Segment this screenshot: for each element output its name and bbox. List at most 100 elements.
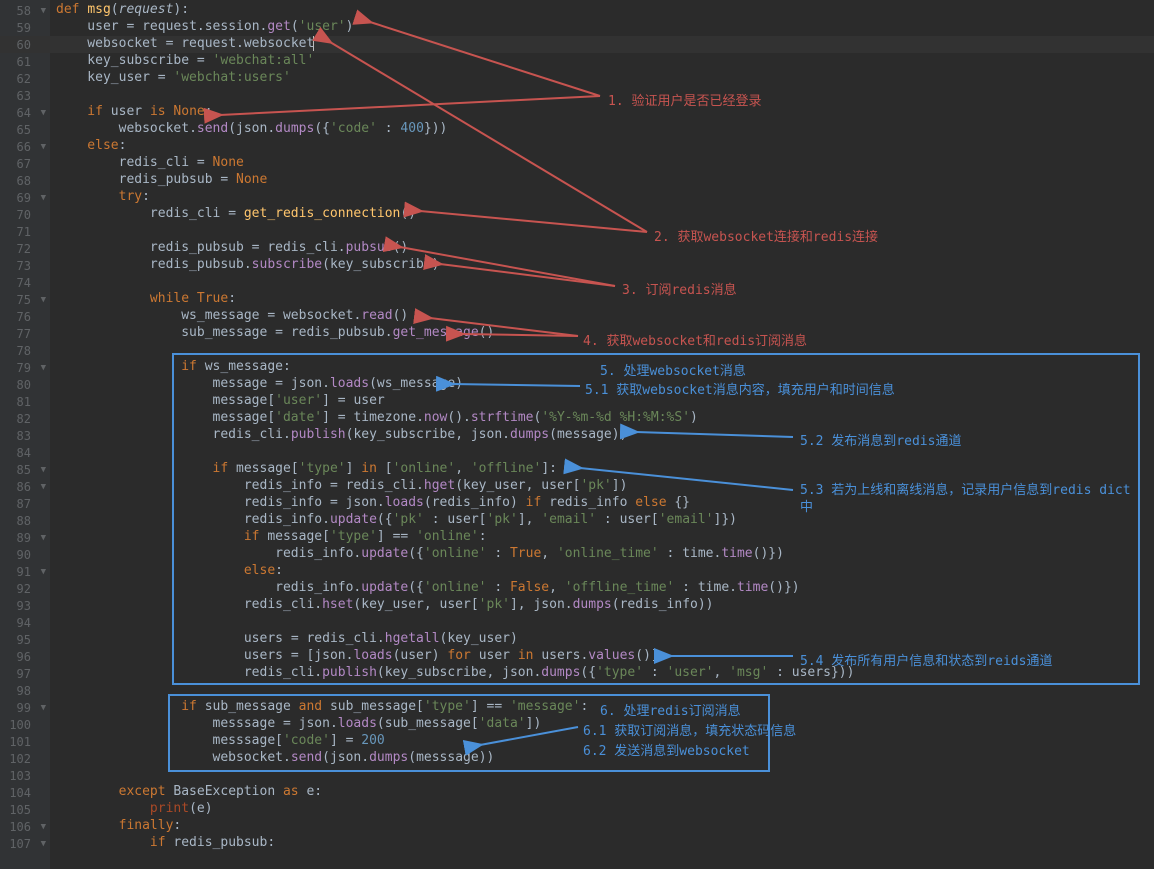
fold-marker-icon[interactable]: ▼ bbox=[34, 142, 46, 152]
code-line[interactable]: if ws_message: bbox=[50, 359, 1154, 376]
line-number: 105 bbox=[0, 801, 50, 818]
line-number: 68 bbox=[0, 172, 50, 189]
code-line[interactable]: if message['type'] in ['online', 'offlin… bbox=[50, 461, 1154, 478]
code-area[interactable]: def msg(request): user = request.session… bbox=[50, 0, 1154, 869]
line-number: 75▼ bbox=[0, 291, 50, 308]
fold-marker-icon[interactable]: ▼ bbox=[34, 533, 46, 543]
line-number: 66▼ bbox=[0, 138, 50, 155]
code-line[interactable]: redis_info = redis_cli.hget(key_user, us… bbox=[50, 478, 1154, 495]
code-line[interactable]: finally: bbox=[50, 818, 1154, 835]
line-number: 90 bbox=[0, 546, 50, 563]
code-line[interactable]: message['user'] = user bbox=[50, 393, 1154, 410]
line-number: 80 bbox=[0, 376, 50, 393]
fold-marker-icon[interactable]: ▼ bbox=[34, 465, 46, 475]
code-line[interactable]: sub_message = redis_pubsub.get_message() bbox=[50, 325, 1154, 342]
fold-marker-icon[interactable]: ▼ bbox=[34, 363, 46, 373]
line-number: 85▼ bbox=[0, 461, 50, 478]
code-line[interactable]: redis_cli.hset(key_user, user['pk'], jso… bbox=[50, 597, 1154, 614]
fold-marker-icon[interactable]: ▼ bbox=[34, 839, 46, 849]
code-line[interactable]: else: bbox=[50, 138, 1154, 155]
code-line[interactable]: if message['type'] == 'online': bbox=[50, 529, 1154, 546]
code-line[interactable]: message = json.loads(ws_message) bbox=[50, 376, 1154, 393]
fold-marker-icon[interactable]: ▼ bbox=[34, 108, 46, 118]
line-number: 64▼ bbox=[0, 104, 50, 121]
code-line[interactable] bbox=[50, 614, 1154, 631]
line-number: 73 bbox=[0, 257, 50, 274]
line-number: 78 bbox=[0, 342, 50, 359]
code-line[interactable]: redis_cli.publish(key_subscribe, json.du… bbox=[50, 665, 1154, 682]
fold-marker-icon[interactable]: ▼ bbox=[34, 822, 46, 832]
code-line[interactable]: redis_pubsub = redis_cli.pubsub() bbox=[50, 240, 1154, 257]
code-line[interactable]: redis_info.update({'online' : False, 'of… bbox=[50, 580, 1154, 597]
code-line[interactable]: while True: bbox=[50, 291, 1154, 308]
code-line[interactable] bbox=[50, 274, 1154, 291]
line-number: 100 bbox=[0, 716, 50, 733]
line-number: 61 bbox=[0, 53, 50, 70]
fold-marker-icon[interactable]: ▼ bbox=[34, 567, 46, 577]
line-number: 87 bbox=[0, 495, 50, 512]
code-editor[interactable]: 58▼59 60 61 62 63 64▼65 66▼67 68 69▼70 7… bbox=[0, 0, 1154, 869]
line-number: 76 bbox=[0, 308, 50, 325]
line-number: 65 bbox=[0, 121, 50, 138]
code-line[interactable]: try: bbox=[50, 189, 1154, 206]
line-number: 98 bbox=[0, 682, 50, 699]
code-line[interactable]: redis_pubsub = None bbox=[50, 172, 1154, 189]
code-line[interactable]: websocket.send(json.dumps(messsage)) bbox=[50, 750, 1154, 767]
code-line[interactable]: print(e) bbox=[50, 801, 1154, 818]
fold-marker-icon[interactable]: ▼ bbox=[34, 193, 46, 203]
code-line[interactable] bbox=[50, 342, 1154, 359]
line-number: 72 bbox=[0, 240, 50, 257]
code-line[interactable]: user = request.session.get('user') bbox=[50, 19, 1154, 36]
code-line[interactable]: key_subscribe = 'webchat:all' bbox=[50, 53, 1154, 70]
line-number: 79▼ bbox=[0, 359, 50, 376]
line-number: 88 bbox=[0, 512, 50, 529]
line-number: 81 bbox=[0, 393, 50, 410]
code-line[interactable]: if sub_message and sub_message['type'] =… bbox=[50, 699, 1154, 716]
line-number: 104 bbox=[0, 784, 50, 801]
code-line[interactable]: messsage['code'] = 200 bbox=[50, 733, 1154, 750]
code-line[interactable]: websocket.send(json.dumps({'code' : 400}… bbox=[50, 121, 1154, 138]
code-line[interactable]: if redis_pubsub: bbox=[50, 835, 1154, 852]
line-number: 83 bbox=[0, 427, 50, 444]
code-line[interactable]: users = [json.loads(user) for user in us… bbox=[50, 648, 1154, 665]
line-number: 60 bbox=[0, 36, 50, 53]
line-number: 86▼ bbox=[0, 478, 50, 495]
code-line[interactable] bbox=[50, 444, 1154, 461]
line-number: 91▼ bbox=[0, 563, 50, 580]
code-line[interactable]: key_user = 'webchat:users' bbox=[50, 70, 1154, 87]
code-line[interactable]: redis_info.update({'online' : True, 'onl… bbox=[50, 546, 1154, 563]
fold-marker-icon[interactable]: ▼ bbox=[34, 295, 46, 305]
line-number: 94 bbox=[0, 614, 50, 631]
line-number: 59 bbox=[0, 19, 50, 36]
line-number: 95 bbox=[0, 631, 50, 648]
fold-marker-icon[interactable]: ▼ bbox=[34, 6, 46, 16]
code-line[interactable]: redis_info = json.loads(redis_info) if r… bbox=[50, 495, 1154, 512]
code-line[interactable]: users = redis_cli.hgetall(key_user) bbox=[50, 631, 1154, 648]
code-line[interactable]: messsage = json.loads(sub_message['data'… bbox=[50, 716, 1154, 733]
code-line[interactable]: redis_cli = get_redis_connection() bbox=[50, 206, 1154, 223]
line-number: 107▼ bbox=[0, 835, 50, 852]
code-line[interactable] bbox=[50, 87, 1154, 104]
code-line[interactable]: if user is None: bbox=[50, 104, 1154, 121]
code-line[interactable]: else: bbox=[50, 563, 1154, 580]
line-number: 82 bbox=[0, 410, 50, 427]
code-line[interactable]: redis_cli.publish(key_subscribe, json.du… bbox=[50, 427, 1154, 444]
line-number: 84 bbox=[0, 444, 50, 461]
code-line[interactable]: redis_cli = None bbox=[50, 155, 1154, 172]
line-number: 62 bbox=[0, 70, 50, 87]
line-number: 71 bbox=[0, 223, 50, 240]
line-number: 101 bbox=[0, 733, 50, 750]
code-line[interactable]: except BaseException as e: bbox=[50, 784, 1154, 801]
code-line[interactable]: message['date'] = timezone.now().strftim… bbox=[50, 410, 1154, 427]
code-line[interactable] bbox=[50, 682, 1154, 699]
fold-marker-icon[interactable]: ▼ bbox=[34, 482, 46, 492]
code-line[interactable]: redis_pubsub.subscribe(key_subscribe) bbox=[50, 257, 1154, 274]
line-number: 93 bbox=[0, 597, 50, 614]
fold-marker-icon[interactable]: ▼ bbox=[34, 703, 46, 713]
code-line[interactable]: websocket = request.websocket bbox=[50, 36, 1154, 53]
code-line[interactable] bbox=[50, 223, 1154, 240]
code-line[interactable] bbox=[50, 767, 1154, 784]
code-line[interactable]: ws_message = websocket.read() bbox=[50, 308, 1154, 325]
code-line[interactable]: def msg(request): bbox=[50, 2, 1154, 19]
code-line[interactable]: redis_info.update({'pk' : user['pk'], 'e… bbox=[50, 512, 1154, 529]
